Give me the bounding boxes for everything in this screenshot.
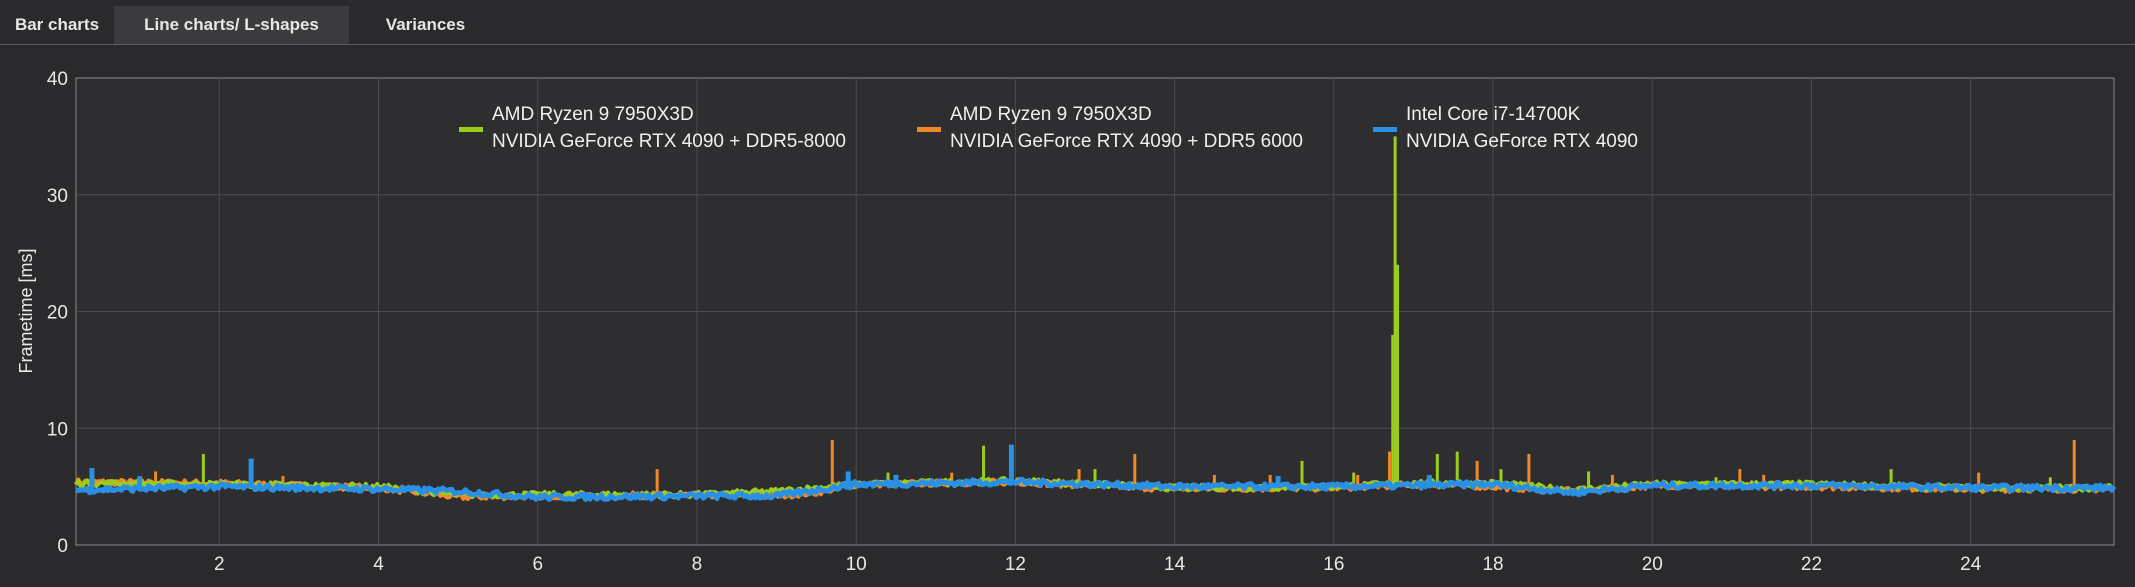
x-tick-label: 12 [1005, 554, 1026, 575]
x-tick-labels: 2 4 6 8 10 12 14 16 18 20 22 24 [214, 554, 1982, 575]
x-tick-label: 2 [214, 554, 225, 575]
legend-swatch [1373, 127, 1397, 132]
y-tick-label: 20 [47, 303, 68, 324]
y-tick-label: 40 [47, 69, 68, 90]
tab-bar: Bar charts Line charts/ L-shapes Varianc… [0, 0, 2135, 45]
x-tick-label: 22 [1801, 554, 1822, 575]
y-tick-label: 10 [47, 419, 68, 440]
legend-label: NVIDIA GeForce RTX 4090 + DDR5-8000 [492, 131, 846, 152]
tab-variances[interactable]: Variances [349, 6, 502, 44]
legend-label: NVIDIA GeForce RTX 4090 + DDR5 6000 [950, 131, 1303, 152]
legend-swatch [459, 127, 483, 132]
legend-swatch [917, 127, 941, 132]
x-tick-label: 20 [1642, 554, 1663, 575]
legend-label: AMD Ryzen 9 7950X3D [950, 104, 1152, 125]
legend-label: AMD Ryzen 9 7950X3D [492, 104, 694, 125]
y-tick-label: 0 [57, 536, 68, 557]
tab-line-charts[interactable]: Line charts/ L-shapes [114, 6, 349, 44]
x-tick-label: 24 [1960, 554, 1982, 575]
y-axis-label: Frametime [ms] [16, 248, 36, 373]
x-tick-label: 10 [846, 554, 867, 575]
legend-label: Intel Core i7-14700K [1406, 104, 1581, 125]
x-tick-label: 18 [1482, 554, 1503, 575]
x-tick-label: 6 [532, 554, 543, 575]
x-tick-label: 16 [1323, 554, 1344, 575]
legend-label: NVIDIA GeForce RTX 4090 [1406, 131, 1638, 152]
x-tick-label: 14 [1164, 554, 1186, 575]
tab-bar-charts[interactable]: Bar charts [0, 6, 114, 44]
y-tick-label: 30 [47, 186, 68, 207]
y-tick-labels: 0 10 20 30 40 [47, 69, 68, 557]
x-tick-label: 4 [373, 554, 384, 575]
x-tick-label: 8 [692, 554, 703, 575]
frametime-chart: 010203040 2 4 6 8 10 12 14 16 18 20 22 24 Frametime… [16, 69, 2117, 575]
